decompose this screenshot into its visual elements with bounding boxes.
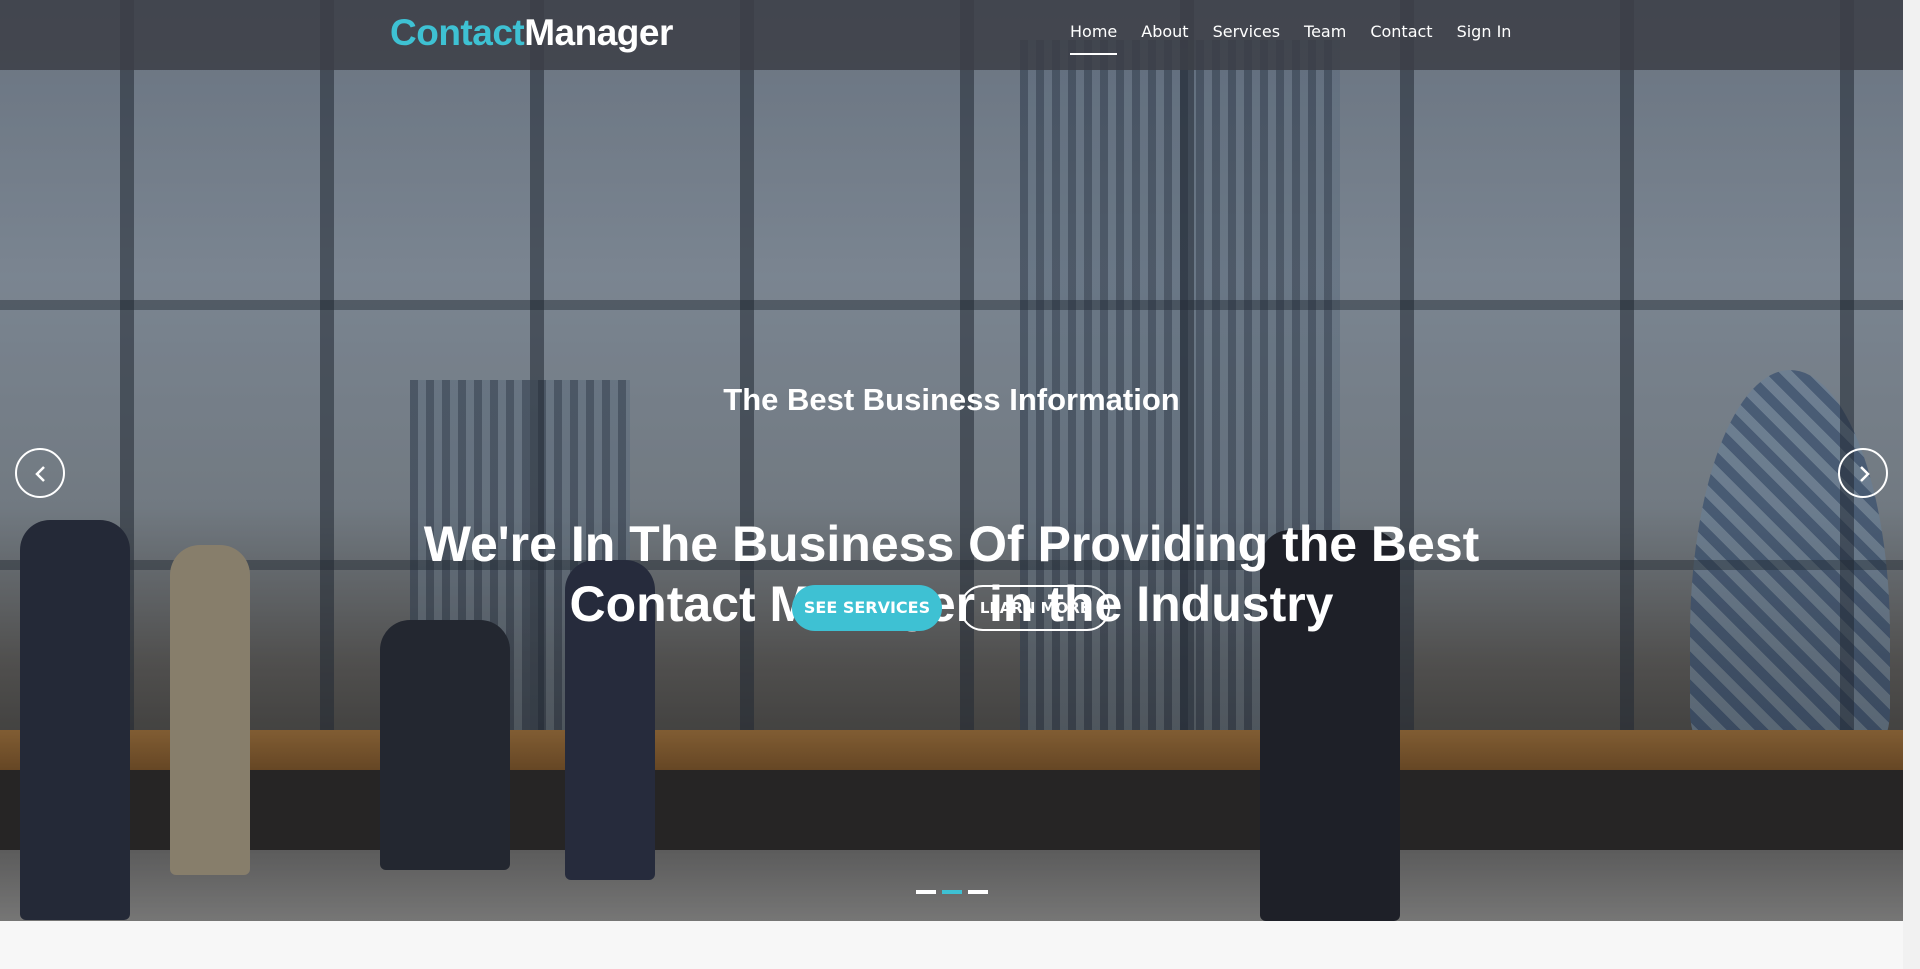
hero-subtitle: The Best Business Information	[723, 382, 1180, 417]
carousel-indicators	[916, 890, 988, 894]
chevron-right-icon	[1860, 466, 1870, 482]
carousel-indicator-1[interactable]	[916, 890, 936, 894]
brand-logo-part-2: Manager	[524, 12, 673, 53]
hero-carousel: The Best Business Information We're In T…	[0, 0, 1903, 921]
main-nav: Home About Services Team Contact Sign In	[1070, 22, 1535, 55]
page-content-start	[0, 921, 1903, 969]
brand-logo[interactable]: ContactManager	[390, 12, 673, 54]
page-scrollbar[interactable]	[1903, 0, 1920, 969]
nav-item-contact[interactable]: Contact	[1370, 22, 1432, 41]
carousel-indicator-2[interactable]	[942, 890, 962, 894]
carousel-prev-button[interactable]	[15, 448, 65, 498]
nav-item-sign-in[interactable]: Sign In	[1457, 22, 1512, 41]
see-services-button[interactable]: SEE SERVICES	[792, 585, 942, 631]
learn-more-button[interactable]: LEARN MORE	[960, 585, 1110, 631]
nav-item-about[interactable]: About	[1141, 22, 1188, 41]
nav-item-services[interactable]: Services	[1213, 22, 1280, 41]
nav-item-home[interactable]: Home	[1070, 22, 1118, 55]
chevron-left-icon	[35, 466, 45, 482]
hero-headline: We're In The Business Of Providing the B…	[423, 516, 1480, 632]
carousel-next-button[interactable]	[1838, 448, 1888, 498]
brand-logo-part-1: Contact	[390, 12, 525, 53]
carousel-indicator-3[interactable]	[968, 890, 988, 894]
hero-overlay	[0, 0, 1903, 921]
nav-item-team[interactable]: Team	[1304, 22, 1346, 41]
top-navbar: ContactManager Home About Services Team …	[0, 0, 1903, 70]
